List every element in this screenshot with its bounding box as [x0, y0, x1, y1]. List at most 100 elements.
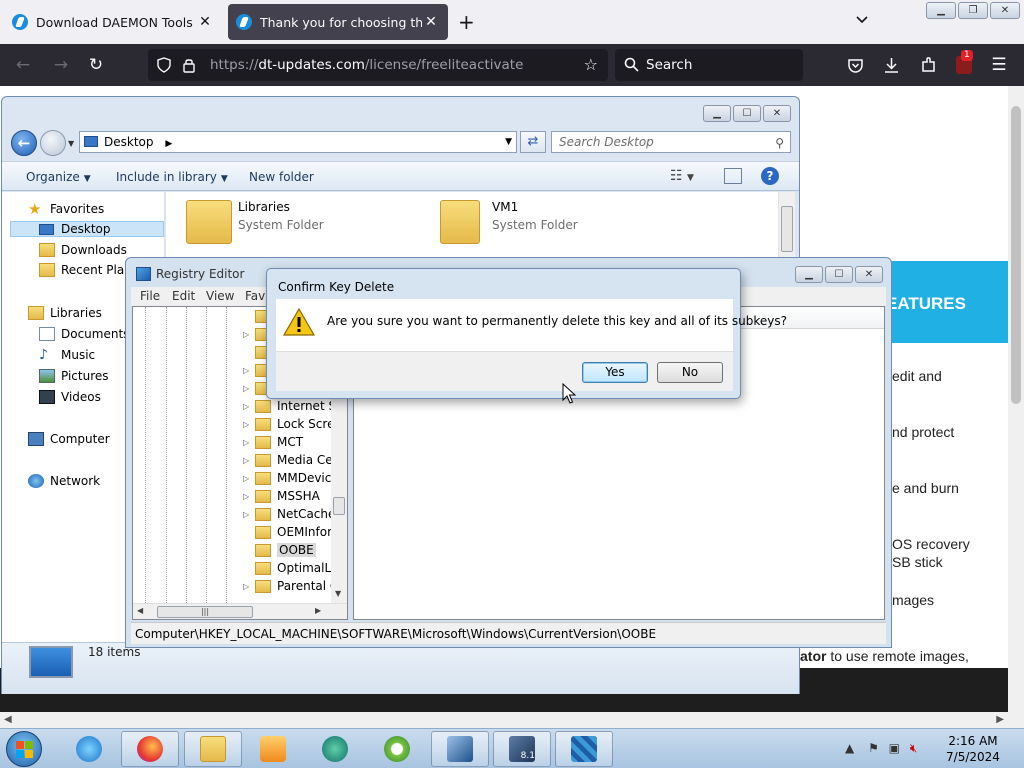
- url-text[interactable]: https://dt-updates.com/license/freelitea…: [210, 57, 523, 73]
- include-in-library-button[interactable]: Include in library ▼: [116, 170, 228, 184]
- tree-row[interactable]: ▷ Media Cer: [243, 451, 338, 469]
- back-button[interactable]: ←: [11, 130, 37, 156]
- search-icon[interactable]: ⚲: [775, 133, 784, 153]
- tree-row[interactable]: ▷ Internet Se: [243, 397, 343, 415]
- new-tab-plus-icon[interactable]: +: [458, 10, 475, 34]
- tree-row[interactable]: ▷ NetCache: [243, 505, 335, 523]
- menu-file[interactable]: File: [140, 289, 160, 303]
- no-button[interactable]: No: [657, 362, 723, 383]
- folder-item-libraries[interactable]: Libraries System Folder: [186, 200, 324, 244]
- address-bar[interactable]: https://dt-updates.com/license/freelitea…: [148, 49, 608, 81]
- expand-arrow-icon[interactable]: ▷: [243, 510, 255, 519]
- taskbar-daemon-tools[interactable]: [368, 731, 426, 767]
- start-button[interactable]: [6, 731, 42, 767]
- clock[interactable]: 2:16 AM 7/5/2024: [940, 733, 1006, 765]
- scroll-left-arrow-icon[interactable]: ◀: [4, 714, 12, 725]
- taskbar-registry-editor[interactable]: [555, 731, 613, 767]
- scroll-right-arrow-icon[interactable]: ▶: [315, 606, 321, 615]
- maximize-icon[interactable]: ☐: [825, 266, 853, 283]
- taskbar-explorer[interactable]: [184, 731, 242, 767]
- nav-desktop[interactable]: Desktop: [10, 221, 164, 237]
- taskbar-firefox[interactable]: [121, 731, 179, 767]
- extensions-puzzle-icon[interactable]: [920, 56, 937, 74]
- tree-horizontal-scrollbar[interactable]: ◀ ||| ▶: [133, 603, 347, 619]
- downloads-icon[interactable]: [883, 56, 900, 74]
- scrollbar-thumb[interactable]: |||: [157, 606, 253, 618]
- address-bar[interactable]: Desktop ▶ ▼: [79, 131, 517, 153]
- restore-icon[interactable]: ❐: [958, 2, 988, 19]
- nav-network[interactable]: Network: [28, 474, 100, 488]
- expand-arrow-icon[interactable]: ▷: [243, 330, 255, 339]
- nav-videos[interactable]: Videos: [39, 390, 101, 404]
- maximize-icon[interactable]: ☐: [733, 105, 761, 122]
- minimize-icon[interactable]: ▁: [703, 105, 731, 122]
- action-center-flag-icon[interactable]: ⚑: [868, 741, 879, 755]
- close-icon[interactable]: ✕: [855, 266, 883, 283]
- tree-row[interactable]: OptimalLa: [243, 559, 339, 577]
- back-arrow-icon[interactable]: ←: [12, 55, 34, 75]
- search-desktop-input[interactable]: Search Desktop ⚲: [551, 131, 791, 153]
- tab-thank-you[interactable]: Thank you for choosing the be ✕: [228, 4, 448, 40]
- tree-row[interactable]: ▷ MMDevice: [243, 469, 339, 487]
- network-icon[interactable]: ▣: [889, 741, 900, 755]
- folder-item-vm1[interactable]: VM1 System Folder: [440, 200, 578, 244]
- forward-arrow-icon[interactable]: →: [50, 55, 72, 75]
- new-folder-button[interactable]: New folder: [249, 170, 314, 184]
- taskbar-app-globe[interactable]: [306, 731, 364, 767]
- expand-arrow-icon[interactable]: ▷: [243, 366, 255, 375]
- minimize-icon[interactable]: ▁: [795, 266, 823, 283]
- close-icon[interactable]: ✕: [990, 2, 1020, 19]
- breadcrumb-arrow-icon[interactable]: ▶: [165, 139, 172, 149]
- yes-button[interactable]: Yes: [582, 362, 648, 383]
- organize-button[interactable]: Organize ▼: [26, 170, 91, 184]
- expand-arrow-icon[interactable]: ▷: [243, 492, 255, 501]
- tab-close-icon[interactable]: ✕: [422, 14, 440, 30]
- expand-arrow-icon[interactable]: ▷: [243, 474, 255, 483]
- nav-computer[interactable]: Computer: [28, 432, 110, 446]
- bookmark-star-icon[interactable]: ☆: [584, 55, 598, 74]
- minimize-icon[interactable]: ▁: [926, 2, 956, 19]
- shield-icon[interactable]: [156, 57, 172, 73]
- list-all-tabs-chevron-icon[interactable]: [855, 12, 869, 26]
- scroll-left-arrow-icon[interactable]: ◀: [137, 606, 143, 615]
- help-icon[interactable]: ?: [761, 167, 779, 185]
- tree-row-selected[interactable]: OOBE: [243, 541, 316, 559]
- tree-row[interactable]: ▷ Parental C: [243, 577, 338, 595]
- tree-row[interactable]: OEMInforr: [243, 523, 337, 541]
- menu-view[interactable]: View: [206, 289, 234, 303]
- tab-close-icon[interactable]: ✕: [196, 14, 214, 30]
- page-vertical-scrollbar[interactable]: [1008, 86, 1024, 712]
- expand-arrow-icon[interactable]: ▷: [243, 420, 255, 429]
- nav-documents[interactable]: Documents: [39, 327, 129, 341]
- nav-pictures[interactable]: Pictures: [39, 369, 109, 383]
- tab-download-daemon[interactable]: Download DAEMON Tools for f ✕: [4, 4, 222, 40]
- refresh-button[interactable]: ⇄: [520, 131, 546, 153]
- change-view-icon[interactable]: ☷ ▼: [670, 168, 694, 184]
- expand-arrow-icon[interactable]: ▷: [243, 438, 255, 447]
- scrollbar-thumb[interactable]: [1011, 106, 1021, 404]
- taskbar-internet-explorer[interactable]: [60, 731, 118, 767]
- close-icon[interactable]: ✕: [763, 105, 791, 122]
- menu-edit[interactable]: Edit: [172, 289, 195, 303]
- taskbar-vmware[interactable]: 8.1: [493, 731, 551, 767]
- scroll-down-arrow-icon[interactable]: ▼: [335, 589, 341, 598]
- tree-row[interactable]: ▷ MCT: [243, 433, 303, 451]
- scrollbar-thumb[interactable]: [781, 206, 793, 252]
- page-horizontal-scrollbar[interactable]: ◀ ▶: [0, 712, 1024, 728]
- preview-pane-icon[interactable]: [724, 168, 742, 184]
- tree-row[interactable]: ▷ Lock Scree: [243, 415, 342, 433]
- nav-favorites[interactable]: ★ Favorites: [28, 202, 104, 217]
- volume-muted-icon[interactable]: 🔇︎: [910, 741, 918, 755]
- forward-button[interactable]: [40, 130, 66, 156]
- scrollbar-thumb[interactable]: [333, 497, 345, 515]
- search-bar[interactable]: Search: [615, 49, 803, 81]
- menu-favorites[interactable]: Fav: [245, 289, 265, 303]
- taskbar-virtualbox[interactable]: [431, 731, 489, 767]
- expand-arrow-icon[interactable]: ▷: [243, 582, 255, 591]
- expand-arrow-icon[interactable]: ▷: [243, 456, 255, 465]
- expand-arrow-icon[interactable]: ▷: [243, 402, 255, 411]
- lock-icon[interactable]: [182, 57, 196, 73]
- tree-row[interactable]: ▷ MSSHA: [243, 487, 320, 505]
- pocket-icon[interactable]: [847, 57, 864, 74]
- nav-music[interactable]: ♪ Music: [39, 348, 95, 362]
